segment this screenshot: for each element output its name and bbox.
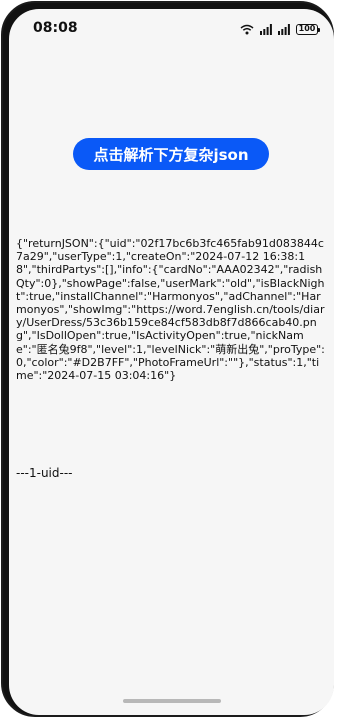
wifi-icon bbox=[240, 24, 254, 35]
signal-icon bbox=[278, 23, 290, 35]
status-time: 08:08 bbox=[33, 20, 78, 36]
app-screen: 08:08 100 点击解析下方复杂json {"returnJSON":{"u… bbox=[9, 9, 334, 715]
battery-level: 100 bbox=[298, 24, 316, 33]
parse-json-button[interactable]: 点击解析下方复杂json bbox=[73, 138, 269, 170]
status-icons: 100 bbox=[240, 22, 320, 36]
status-bar: 08:08 100 bbox=[9, 9, 334, 49]
device-frame: 08:08 100 点击解析下方复杂json {"returnJSON":{"u… bbox=[1, 1, 334, 717]
signal-icon bbox=[260, 23, 272, 35]
battery-icon: 100 bbox=[296, 23, 320, 35]
home-indicator[interactable] bbox=[123, 699, 221, 703]
result-label: ---1-uid--- bbox=[16, 466, 73, 480]
json-text: {"returnJSON":{"uid":"02f17bc6b3fc465fab… bbox=[16, 237, 325, 383]
